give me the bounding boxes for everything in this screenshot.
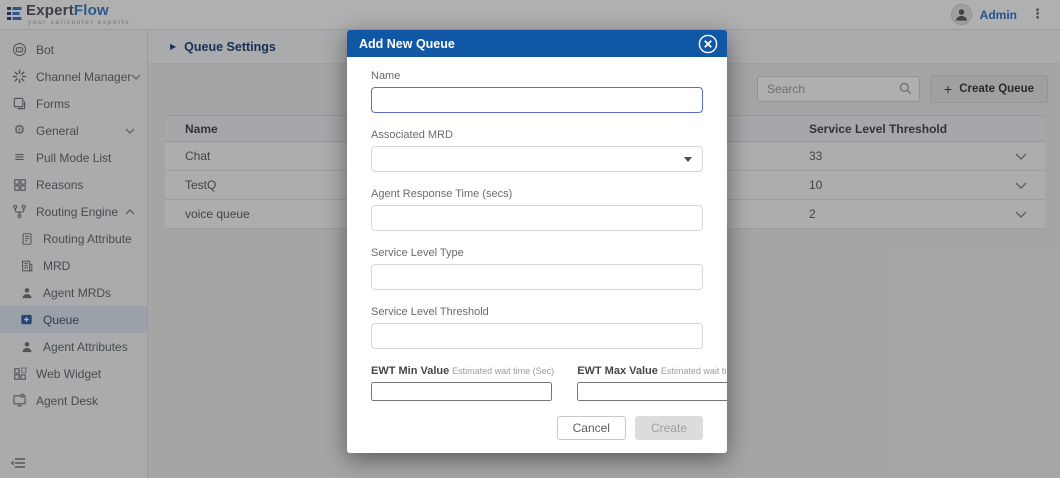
add-new-queue-modal: Add New Queue Name Associated MRD [347, 30, 727, 453]
ewt-min-label: EWT Min Value [371, 365, 449, 377]
name-label: Name [371, 70, 703, 82]
modal-title: Add New Queue [359, 37, 455, 51]
field-agent-response-time: Agent Response Time (secs) [371, 188, 703, 231]
close-icon[interactable] [698, 34, 718, 54]
associated-mrd-label: Associated MRD [371, 129, 703, 141]
field-ewt-max: EWT Max Value Estimated wait time (Sec) [577, 365, 727, 401]
ewt-max-hint: Estimated wait time (Sec) [661, 366, 727, 376]
field-associated-mrd: Associated MRD [371, 129, 703, 172]
caret-down-icon [684, 157, 692, 162]
modal-header: Add New Queue [347, 30, 727, 57]
field-service-level-threshold: Service Level Threshold [371, 306, 703, 349]
service-level-type-label: Service Level Type [371, 247, 703, 259]
modal-footer: Cancel Create [371, 416, 703, 443]
agent-response-time-input[interactable] [371, 205, 703, 231]
app-root: ExpertFlow your callcenter experts Admin… [0, 0, 1060, 478]
service-level-type-input[interactable] [371, 264, 703, 290]
modal-body: Name Associated MRD Agent Response Time … [347, 57, 727, 453]
service-level-threshold-input[interactable] [371, 323, 703, 349]
cancel-button[interactable]: Cancel [557, 416, 626, 440]
field-ewt-min: EWT Min Value Estimated wait time (Sec) [371, 365, 554, 401]
agent-response-time-label: Agent Response Time (secs) [371, 188, 703, 200]
ewt-fields-row: EWT Min Value Estimated wait time (Sec) … [371, 365, 703, 401]
field-service-level-type: Service Level Type [371, 247, 703, 290]
ewt-max-input[interactable] [577, 382, 727, 401]
create-button[interactable]: Create [635, 416, 703, 440]
ewt-max-label: EWT Max Value [577, 365, 658, 377]
associated-mrd-select[interactable] [371, 146, 703, 172]
name-input[interactable] [371, 87, 703, 113]
service-level-threshold-label: Service Level Threshold [371, 306, 703, 318]
field-name: Name [371, 70, 703, 113]
ewt-min-hint: Estimated wait time (Sec) [452, 366, 554, 376]
ewt-min-input[interactable] [371, 382, 552, 401]
